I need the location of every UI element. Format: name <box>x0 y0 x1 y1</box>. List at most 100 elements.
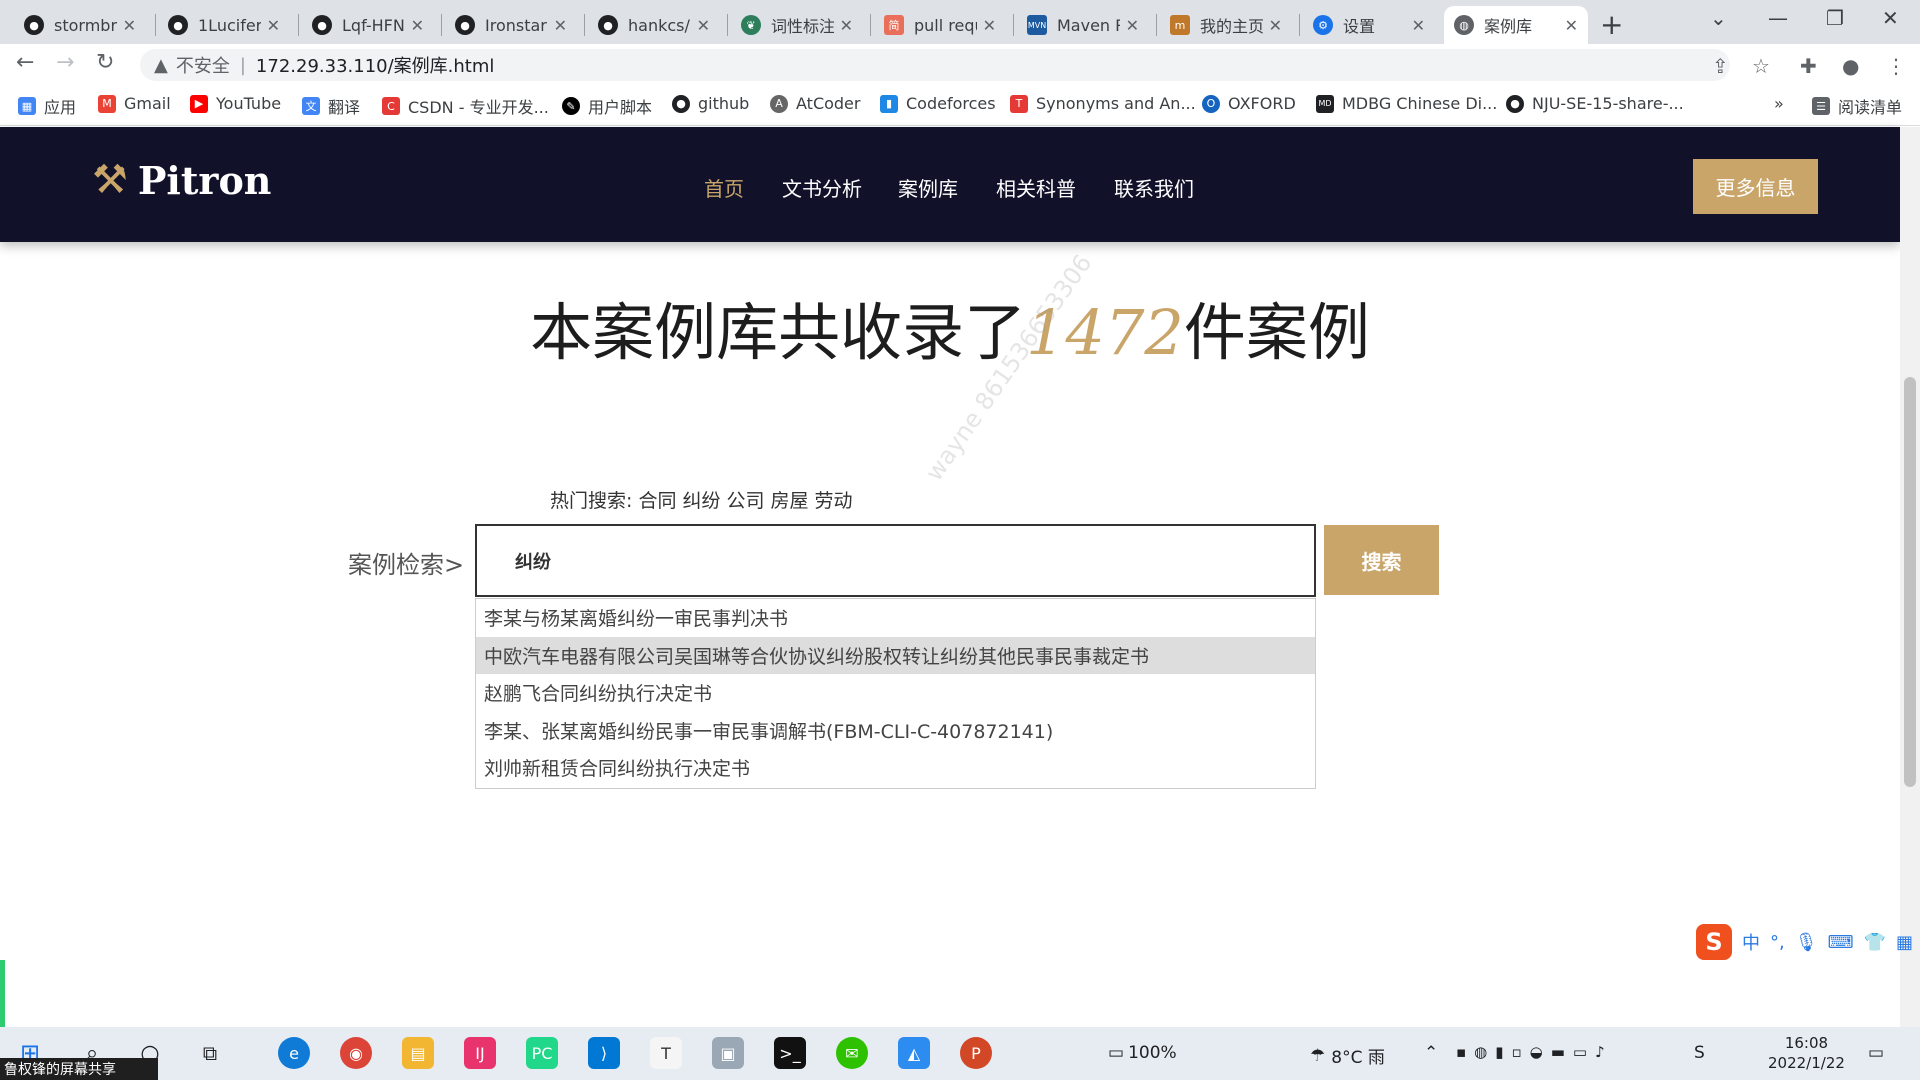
bookmark-nju-se[interactable]: ● NJU-SE-15-share-... <box>1506 94 1684 113</box>
task-view-icon[interactable]: ⧉ <box>194 1037 226 1069</box>
close-icon[interactable]: ✕ <box>554 16 567 35</box>
reload-icon[interactable]: ↻ <box>96 50 114 75</box>
profile-avatar-icon[interactable]: ● <box>1842 54 1859 78</box>
close-icon[interactable]: ✕ <box>983 16 996 35</box>
minimize-icon[interactable]: — <box>1768 6 1788 30</box>
sogou-tray-icon[interactable]: S <box>1694 1043 1705 1063</box>
bookmark-github[interactable]: ● github <box>672 94 749 113</box>
meeting-app-icon[interactable]: ◭ <box>898 1037 930 1069</box>
sogou-logo-icon[interactable]: S <box>1696 924 1732 960</box>
toolbox-grid-icon[interactable]: ▦ <box>1896 932 1913 953</box>
bookmark-mdbg[interactable]: MD MDBG Chinese Di... <box>1316 94 1497 113</box>
more-info-button[interactable]: 更多信息 <box>1693 159 1818 214</box>
photos-viewer-icon[interactable]: ▣ <box>712 1037 744 1069</box>
close-icon[interactable]: ✕ <box>123 16 136 35</box>
tab-hankcs[interactable]: ● hankcs/ ✕ <box>588 6 720 44</box>
suggestion-item[interactable]: 刘帅新租赁合同纠纷执行决定书 <box>476 749 1315 787</box>
hot-term-link[interactable]: 房屋 <box>771 490 809 512</box>
typora-icon[interactable]: T <box>650 1037 682 1069</box>
bookmark-gmail[interactable]: M Gmail <box>98 94 171 113</box>
skin-shirt-icon[interactable]: 👕 <box>1864 932 1886 953</box>
security-status[interactable]: 不安全 <box>176 52 230 78</box>
battery-indicator[interactable]: ▭ 100% <box>1108 1043 1177 1063</box>
suggestion-item[interactable]: 李某、张某离婚纠纷民事一审民事调解书(FBM-CLI-C-407872141) <box>476 712 1315 750</box>
vscode-icon[interactable]: ⟩ <box>588 1037 620 1069</box>
edge-browser-icon[interactable]: e <box>278 1037 310 1069</box>
more-bookmarks-button[interactable]: » <box>1774 94 1784 113</box>
bookmark-apps[interactable]: ▦ 应用 <box>18 94 76 118</box>
nav-contact-us[interactable]: 联系我们 <box>1114 173 1194 202</box>
suggestion-item[interactable]: 赵鹏飞合同纠纷执行决定书 <box>476 674 1315 712</box>
punctuation-icon[interactable]: °, <box>1770 932 1785 953</box>
nav-home[interactable]: 首页 <box>704 173 744 202</box>
screen-share-banner[interactable]: 鲁权锋的屏幕共享 <box>0 1058 158 1080</box>
new-tab-icon[interactable]: + <box>1600 8 1623 41</box>
close-icon[interactable]: ✕ <box>697 16 710 35</box>
system-tray-icons[interactable]: ▪◍▮▫◒▬▭♪ <box>1456 1043 1613 1061</box>
forward-arrow-icon[interactable]: → <box>56 50 74 75</box>
case-search-input[interactable] <box>475 524 1316 597</box>
url-text[interactable]: 172.29.33.110/案例库.html <box>256 52 494 78</box>
site-logo[interactable]: ⚒ Pitron <box>92 157 271 203</box>
address-bar[interactable]: ▲ 不安全 | 172.29.33.110/案例库.html <box>140 49 1730 81</box>
scrollbar-thumb[interactable] <box>1904 377 1916 787</box>
notification-center-icon[interactable]: ▭ <box>1868 1043 1884 1063</box>
reading-list-button[interactable]: ☰ 阅读清单 <box>1812 94 1902 118</box>
tray-overflow-chevron-icon[interactable]: ⌃ <box>1424 1043 1438 1063</box>
close-icon[interactable]: ✕ <box>1565 16 1578 35</box>
tab-stormbr[interactable]: ● stormbr ✕ <box>14 6 146 44</box>
close-icon[interactable]: ✕ <box>840 16 853 35</box>
taskbar-clock[interactable]: 16:08 2022/1/22 <box>1768 1033 1845 1073</box>
close-icon[interactable]: ✕ <box>411 16 424 35</box>
tab-ironstar[interactable]: ● Ironstar ✕ <box>445 6 577 44</box>
hot-term-link[interactable]: 公司 <box>726 490 764 512</box>
terminal-icon[interactable]: >_ <box>774 1037 806 1069</box>
extensions-puzzle-icon[interactable]: ✚ <box>1800 54 1817 78</box>
microphone-icon[interactable]: 🎙 <box>1795 932 1818 953</box>
nav-legal-science[interactable]: 相关科普 <box>996 173 1076 202</box>
hot-term-link[interactable]: 合同 <box>638 490 676 512</box>
kebab-menu-icon[interactable]: ⋮ <box>1886 54 1906 78</box>
close-icon[interactable]: ✕ <box>267 16 280 35</box>
suggestion-item-hovered[interactable]: 中欧汽车电器有限公司吴国琳等合伙协议纠纷股权转让纠纷其他民事民事裁定书 <box>476 636 1315 674</box>
tab-pull-requ[interactable]: 简 pull requ ✕ <box>874 6 1006 44</box>
page-scrollbar[interactable] <box>1900 127 1920 1027</box>
close-icon[interactable]: ✕ <box>1269 16 1282 35</box>
intellij-idea-icon[interactable]: IJ <box>464 1037 496 1069</box>
bookmark-youtube[interactable]: ▶ YouTube <box>190 94 281 113</box>
tab-pos-tagging[interactable]: ❦ 词性标注 ✕ <box>731 6 863 44</box>
restore-icon[interactable]: ❐ <box>1826 6 1844 30</box>
bookmark-oxford[interactable]: O OXFORD <box>1202 94 1296 113</box>
close-icon[interactable]: ✕ <box>1126 16 1139 35</box>
tab-my-home[interactable]: m 我的主页 ✕ <box>1160 6 1292 44</box>
suggestion-item[interactable]: 李某与杨某离婚纠纷一审民事判决书 <box>476 599 1315 637</box>
weather-widget[interactable]: ☂ 8°C 雨 <box>1310 1043 1385 1069</box>
tab-settings[interactable]: ⚙ 设置 ✕ <box>1303 6 1435 44</box>
powerpoint-icon[interactable]: P <box>960 1037 992 1069</box>
bookmark-thesaurus[interactable]: T Synonyms and An... <box>1010 94 1196 113</box>
ime-mode[interactable]: 中 <box>1742 929 1760 955</box>
tab-case-library[interactable]: ◍ 案例库 ✕ <box>1444 6 1588 44</box>
bookmark-atcoder[interactable]: A AtCoder <box>770 94 860 113</box>
wechat-icon[interactable]: ✉ <box>836 1037 868 1069</box>
pycharm-icon[interactable]: PC <box>526 1037 558 1069</box>
keyboard-icon[interactable]: ⌨ <box>1828 932 1854 953</box>
star-icon[interactable]: ☆ <box>1752 54 1770 78</box>
bookmark-userscript[interactable]: ✎ 用户脚本 <box>562 94 652 118</box>
nav-case-library[interactable]: 案例库 <box>898 173 958 202</box>
chrome-browser-icon[interactable]: ◉ <box>340 1037 372 1069</box>
tab-1lucifer[interactable]: ● 1Lucifer ✕ <box>158 6 290 44</box>
file-explorer-icon[interactable]: ▤ <box>402 1037 434 1069</box>
back-arrow-icon[interactable]: ← <box>16 50 34 75</box>
hot-term-link[interactable]: 劳动 <box>815 490 853 512</box>
share-icon[interactable]: ⇪ <box>1712 54 1729 78</box>
bookmark-codeforces[interactable]: ▮ Codeforces <box>880 94 996 113</box>
search-button[interactable]: 搜索 <box>1324 525 1439 595</box>
close-icon[interactable]: ✕ <box>1412 16 1425 35</box>
bookmark-translate[interactable]: 文 翻译 <box>302 94 360 118</box>
hot-term-link[interactable]: 纠纷 <box>682 490 720 512</box>
nav-document-analysis[interactable]: 文书分析 <box>782 173 862 202</box>
tab-maven[interactable]: MVN Maven R ✕ <box>1017 6 1149 44</box>
tab-search-chevron-icon[interactable]: ⌄ <box>1710 6 1727 30</box>
window-close-icon[interactable]: ✕ <box>1882 6 1899 30</box>
